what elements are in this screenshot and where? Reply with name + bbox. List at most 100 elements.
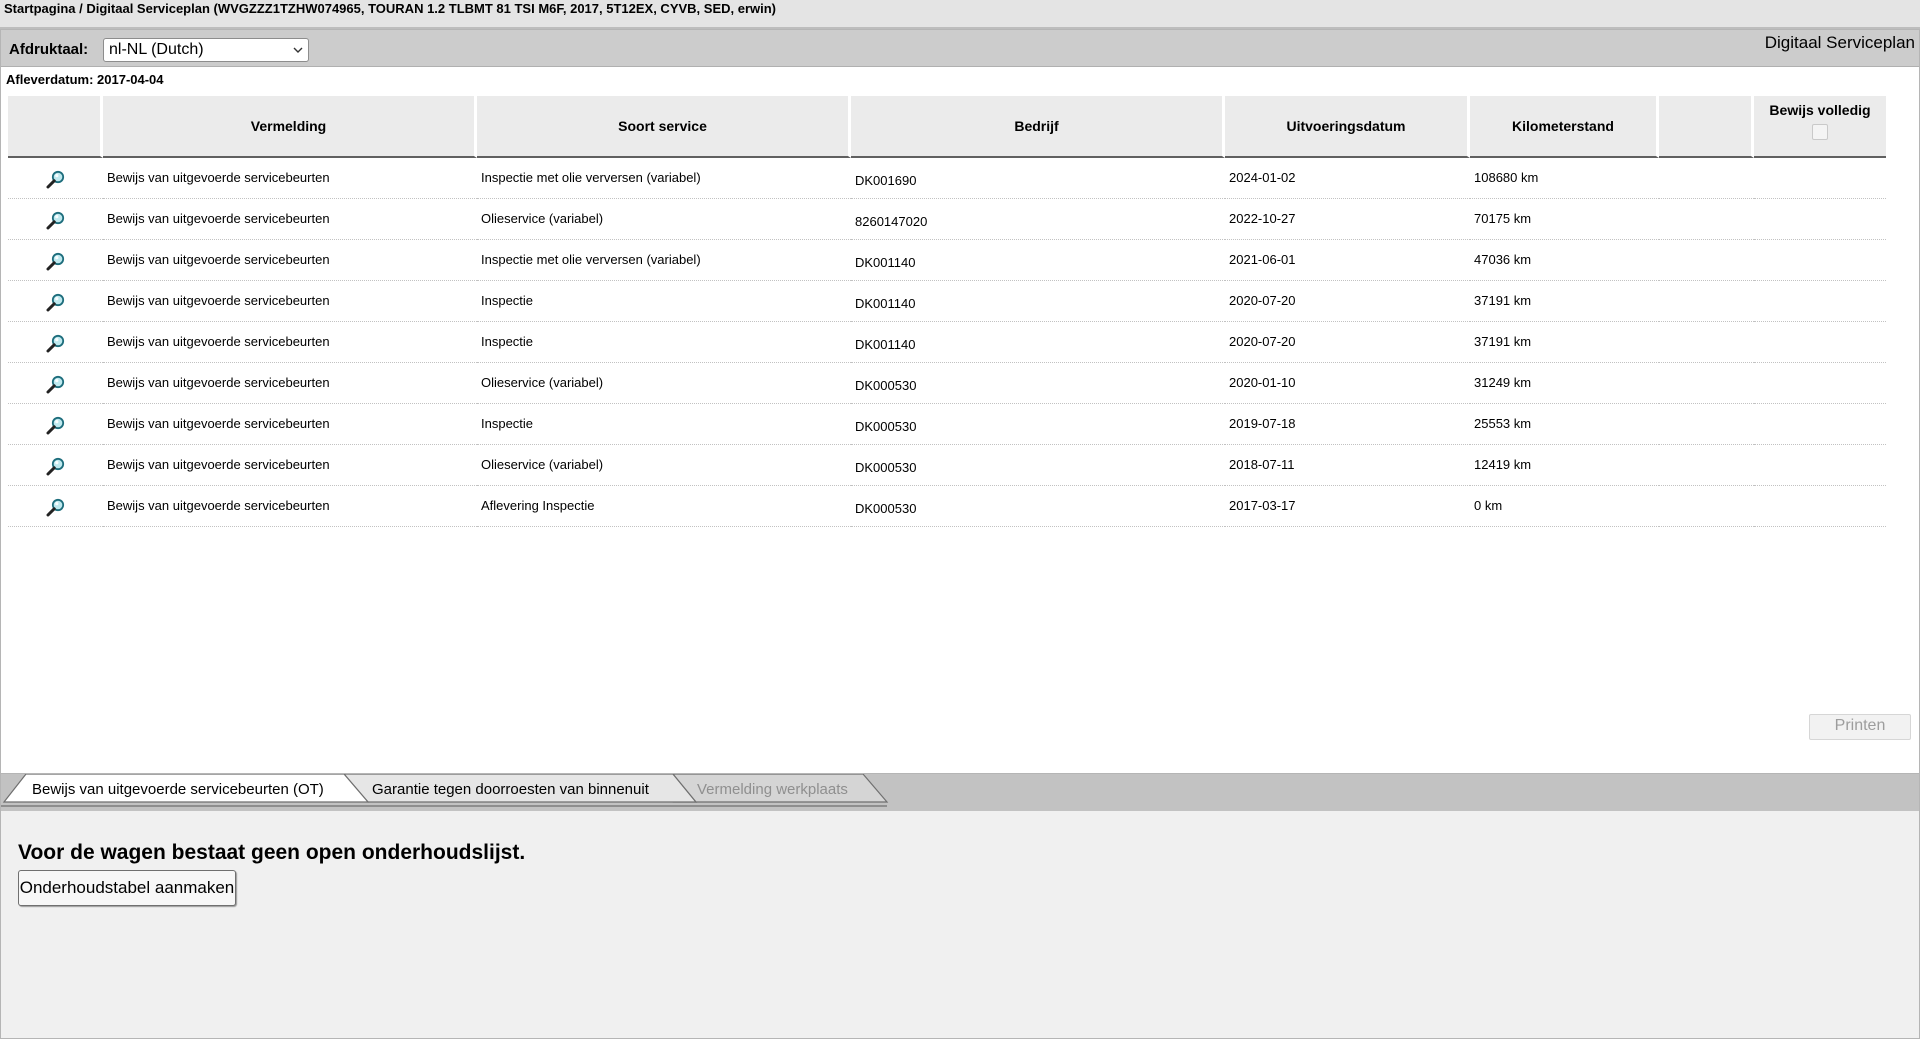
cell-empty [1659,240,1754,281]
create-maintenance-table-button[interactable]: Onderhoudstabel aanmaken [18,870,236,906]
cell-soort-service: Inspectie [477,281,851,322]
cell-kilometerstand: 12419 km [1470,445,1659,486]
cell-empty [1659,199,1754,240]
magnifier-cell[interactable] [8,445,103,486]
cell-kilometerstand: 25553 km [1470,404,1659,445]
service-history-table: Vermelding Soort service Bedrijf Uitvoer… [8,96,1886,527]
magnifier-icon[interactable] [45,252,67,276]
tab-bewijs-label[interactable]: Bewijs van uitgevoerde servicebeurten (O… [32,781,324,798]
app-title: Digitaal Serviceplan [1764,33,1915,52]
service-plan-panel: Afdruktaal: nl-NL (Dutch) Digitaal Servi… [0,29,1920,1039]
print-button[interactable]: Printen [1809,714,1911,740]
magnifier-icon[interactable] [45,457,67,481]
maintenance-section: Voor de wagen bestaat geen open onderhou… [1,811,1919,1038]
magnifier-icon[interactable] [45,170,67,194]
cell-bedrijf: DK000530 [851,486,1225,527]
cell-bedrijf: DK001140 [851,322,1225,363]
magnifier-icon[interactable] [45,498,67,522]
cell-uitvoeringsdatum: 2019-07-18 [1225,404,1470,445]
cell-bedrijf: DK000530 [851,404,1225,445]
magnifier-icon[interactable] [45,375,67,399]
cell-bewijs-volledig [1754,281,1886,322]
cell-soort-service: Olieservice (variabel) [477,199,851,240]
tab-bar: Bewijs van uitgevoerde servicebeurten (O… [1,773,1919,812]
cell-empty [1659,158,1754,199]
cell-empty [1659,445,1754,486]
magnifier-cell[interactable] [8,404,103,445]
magnifier-cell[interactable] [8,281,103,322]
magnifier-icon[interactable] [45,416,67,440]
cell-soort-service: Inspectie [477,322,851,363]
cell-vermelding: Bewijs van uitgevoerde servicebeurten [103,281,477,322]
cell-uitvoeringsdatum: 2022-10-27 [1225,199,1470,240]
header-bedrijf[interactable]: Bedrijf [851,96,1225,158]
cell-bedrijf: 8260147020 [851,199,1225,240]
table-row: Bewijs van uitgevoerde servicebeurten Oli… [8,445,1886,486]
table-row: Bewijs van uitgevoerde servicebeurten Oli… [8,199,1886,240]
table-row: Bewijs van uitgevoerde servicebeurten Ins… [8,404,1886,445]
cell-bewijs-volledig [1754,322,1886,363]
table-row: Bewijs van uitgevoerde servicebeurten Ins… [8,240,1886,281]
cell-vermelding: Bewijs van uitgevoerde servicebeurten [103,199,477,240]
cell-soort-service: Olieservice (variabel) [477,445,851,486]
cell-kilometerstand: 47036 km [1470,240,1659,281]
chevron-down-icon [292,39,304,68]
header-vermelding[interactable]: Vermelding [103,96,477,158]
cell-soort-service: Olieservice (variabel) [477,363,851,404]
magnifier-cell[interactable] [8,486,103,527]
header-bewijs-volledig-label: Bewijs volledig [1769,102,1871,118]
magnifier-icon[interactable] [45,293,67,317]
cell-soort-service: Aflevering Inspectie [477,486,851,527]
print-language-select[interactable]: nl-NL (Dutch) [103,38,309,62]
cell-bedrijf: DK001690 [851,158,1225,199]
header-empty [1659,96,1754,158]
print-language-label: Afdruktaal: [9,41,89,58]
toolbar: Afdruktaal: nl-NL (Dutch) Digitaal Servi… [1,30,1919,67]
cell-uitvoeringsdatum: 2020-07-20 [1225,322,1470,363]
cell-empty [1659,322,1754,363]
cell-kilometerstand: 37191 km [1470,281,1659,322]
breadcrumb: Startpagina / Digitaal Serviceplan (WVGZ… [0,0,1920,29]
cell-empty [1659,486,1754,527]
magnifier-cell[interactable] [8,158,103,199]
cell-kilometerstand: 108680 km [1470,158,1659,199]
cell-uitvoeringsdatum: 2017-03-17 [1225,486,1470,527]
header-soort-service[interactable]: Soort service [477,96,851,158]
cell-vermelding: Bewijs van uitgevoerde servicebeurten [103,486,477,527]
cell-bedrijf: DK000530 [851,363,1225,404]
cell-bewijs-volledig [1754,240,1886,281]
cell-soort-service: Inspectie met olie verversen (variabel) [477,158,851,199]
cell-soort-service: Inspectie [477,404,851,445]
cell-bedrijf: DK001140 [851,281,1225,322]
header-bewijs-volledig: Bewijs volledig [1754,96,1886,158]
cell-bewijs-volledig [1754,158,1886,199]
table-row: Bewijs van uitgevoerde servicebeurten Ins… [8,322,1886,363]
cell-empty [1659,281,1754,322]
magnifier-cell[interactable] [8,363,103,404]
cell-kilometerstand: 0 km [1470,486,1659,527]
magnifier-icon[interactable] [45,211,67,235]
tab-vermelding-werkplaats-label: Vermelding werkplaats [697,781,848,798]
header-kilometerstand[interactable]: Kilometerstand [1470,96,1659,158]
table-header-row: Vermelding Soort service Bedrijf Uitvoer… [8,96,1886,158]
print-language-value: nl-NL (Dutch) [109,41,204,58]
header-uitvoeringsdatum[interactable]: Uitvoeringsdatum [1225,96,1470,158]
cell-vermelding: Bewijs van uitgevoerde servicebeurten [103,322,477,363]
header-icon-column [8,96,103,158]
cell-bewijs-volledig [1754,363,1886,404]
cell-vermelding: Bewijs van uitgevoerde servicebeurten [103,445,477,486]
cell-uitvoeringsdatum: 2024-01-02 [1225,158,1470,199]
bewijs-volledig-checkbox[interactable] [1812,124,1828,140]
tab-garantie-label[interactable]: Garantie tegen doorroesten van binnenuit [372,781,650,798]
cell-vermelding: Bewijs van uitgevoerde servicebeurten [103,158,477,199]
cell-bewijs-volledig [1754,404,1886,445]
cell-kilometerstand: 70175 km [1470,199,1659,240]
magnifier-icon[interactable] [45,334,67,358]
magnifier-cell[interactable] [8,240,103,281]
magnifier-cell[interactable] [8,199,103,240]
cell-kilometerstand: 31249 km [1470,363,1659,404]
cell-empty [1659,363,1754,404]
magnifier-cell[interactable] [8,322,103,363]
cell-vermelding: Bewijs van uitgevoerde servicebeurten [103,404,477,445]
cell-vermelding: Bewijs van uitgevoerde servicebeurten [103,240,477,281]
